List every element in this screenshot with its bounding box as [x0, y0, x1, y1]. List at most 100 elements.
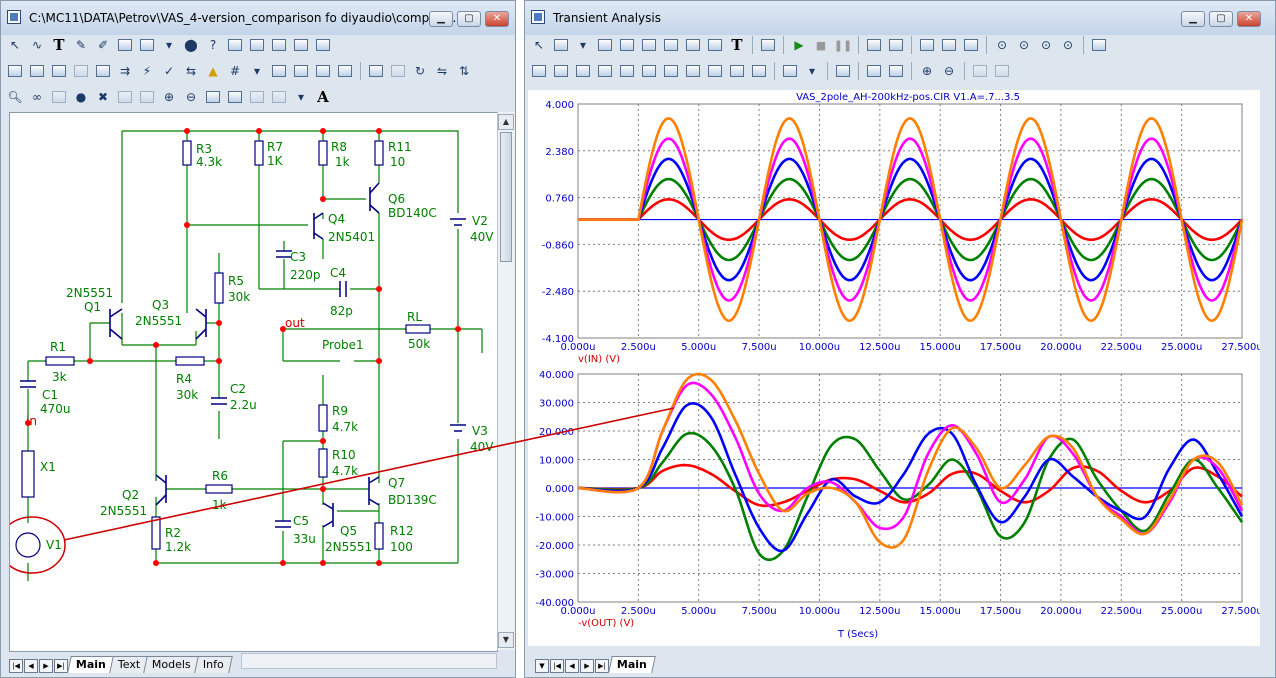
- top-icon[interactable]: [727, 61, 747, 81]
- node-names-icon[interactable]: [49, 61, 69, 81]
- text-mode-icon[interactable]: T: [49, 35, 69, 55]
- low-icon[interactable]: [639, 61, 659, 81]
- zoom-2-icon[interactable]: ⊙: [1014, 35, 1034, 55]
- valley-icon[interactable]: [595, 61, 615, 81]
- schematic-canvas[interactable]: R3 4.3k R7 1K R8 1k R11 10 Q6 BD140C Q4 2N5401…: [0, 112, 498, 652]
- rect-icon[interactable]: [388, 61, 408, 81]
- edit-icon[interactable]: [269, 35, 289, 55]
- list-icon[interactable]: [291, 35, 311, 55]
- plot-properties-icon[interactable]: [1089, 35, 1109, 55]
- maximize-button[interactable]: ▢: [457, 11, 481, 27]
- zoom-in-icon[interactable]: ⊕: [159, 87, 179, 107]
- schematic-titlebar[interactable]: C:\MC11\DATA\Petrov\VAS_4-version_compar…: [1, 1, 515, 35]
- point-tag-icon[interactable]: [617, 35, 637, 55]
- tab-models[interactable]: Models: [143, 656, 200, 673]
- minimize-button[interactable]: ▁: [429, 11, 453, 27]
- select-box-icon[interactable]: [366, 61, 386, 81]
- wire-mode-icon[interactable]: ∿: [27, 35, 47, 55]
- prev-page-icon[interactable]: ◀: [24, 659, 38, 673]
- add-curve-icon[interactable]: [864, 35, 884, 55]
- next-page-icon[interactable]: ▶: [39, 659, 53, 673]
- dropdown-icon-3[interactable]: ▾: [291, 87, 311, 107]
- zoom-4-icon[interactable]: ⊙: [1058, 35, 1078, 55]
- last-page-icon-2[interactable]: ▶|: [595, 659, 609, 673]
- schematic-vertical-scrollbar[interactable]: ▲ ▼: [497, 112, 515, 650]
- rotate-icon[interactable]: ↻: [410, 61, 430, 81]
- peak-icon[interactable]: [573, 61, 593, 81]
- tab-info[interactable]: Info: [194, 656, 233, 673]
- layout-2-icon[interactable]: [939, 35, 959, 55]
- cursor-mode-icon[interactable]: [595, 35, 615, 55]
- font-icon[interactable]: A: [313, 87, 333, 107]
- minimize-button-2[interactable]: ▁: [1181, 11, 1205, 27]
- zoom-3-icon[interactable]: ⊙: [1036, 35, 1056, 55]
- pencil-icon[interactable]: ✎: [71, 35, 91, 55]
- probe-icon[interactable]: [225, 35, 245, 55]
- dropdown-icon-5[interactable]: ▾: [802, 61, 822, 81]
- attribute-text-icon[interactable]: [27, 61, 47, 81]
- first-page-icon[interactable]: |◀: [9, 659, 23, 673]
- clipboard-icon[interactable]: [780, 61, 800, 81]
- tab-main-2[interactable]: Main: [608, 656, 656, 673]
- data-points-icon[interactable]: [833, 61, 853, 81]
- border-icon[interactable]: [291, 61, 311, 81]
- text-mode-icon-2[interactable]: T: [727, 35, 747, 55]
- help-icon[interactable]: ?: [203, 35, 223, 55]
- prev-page-icon-2[interactable]: ◀: [565, 659, 579, 673]
- inflection-icon[interactable]: [661, 61, 681, 81]
- horizontal-tag-icon[interactable]: [639, 35, 659, 55]
- run-icon[interactable]: ▶: [789, 35, 809, 55]
- zoom-in-icon-2[interactable]: ⊕: [917, 61, 937, 81]
- current-icon[interactable]: ⇉: [115, 61, 135, 81]
- copy-icon[interactable]: [115, 87, 135, 107]
- title-block-icon[interactable]: [313, 61, 333, 81]
- options-icon[interactable]: [335, 61, 355, 81]
- copy-icon-2[interactable]: [970, 61, 990, 81]
- align-cursors-icon[interactable]: [864, 61, 884, 81]
- tokens-icon[interactable]: [886, 61, 906, 81]
- select-mode-icon-2[interactable]: ↖: [529, 35, 549, 55]
- dropdown-icon-2[interactable]: ▾: [247, 61, 267, 81]
- node-numbers-icon[interactable]: [5, 61, 25, 81]
- warning-icon[interactable]: ▲: [203, 61, 223, 81]
- scroll-down-arrow-icon[interactable]: ▼: [498, 632, 514, 648]
- node-voltages-icon[interactable]: [93, 61, 113, 81]
- power-icon[interactable]: ⚡: [137, 61, 157, 81]
- plot-canvas[interactable]: VAS_2pole_AH-200kHz-pos.CIR V1.A=.7...3.…: [528, 90, 1263, 646]
- transient-titlebar[interactable]: Transient Analysis ▁ ▢ ✕: [525, 1, 1275, 35]
- vertical-tag-icon[interactable]: [661, 35, 681, 55]
- step-icon[interactable]: ●: [71, 87, 91, 107]
- close-button-2[interactable]: ✕: [1237, 11, 1261, 27]
- find-icon[interactable]: 🔍︎: [5, 87, 25, 107]
- condition-icon[interactable]: ✓: [159, 61, 179, 81]
- formula-icon[interactable]: [705, 35, 725, 55]
- cancel-icon[interactable]: ✖: [93, 87, 113, 107]
- next-page-icon-2[interactable]: ▶: [580, 659, 594, 673]
- dropdown-icon[interactable]: ▾: [159, 35, 179, 55]
- scroll-up-arrow-icon[interactable]: ▲: [498, 114, 514, 130]
- flip-x-icon[interactable]: ⇋: [432, 61, 452, 81]
- first-page-icon-2[interactable]: |◀: [550, 659, 564, 673]
- tab-main[interactable]: Main: [67, 656, 115, 673]
- close-button[interactable]: ✕: [485, 11, 509, 27]
- page-icon[interactable]: [269, 61, 289, 81]
- dropdown-icon-4[interactable]: ▾: [573, 35, 593, 55]
- zoom-out-icon-2[interactable]: ⊖: [939, 61, 959, 81]
- performance-tag-icon[interactable]: [683, 35, 703, 55]
- layout-1-icon[interactable]: [917, 35, 937, 55]
- maximize-button-2[interactable]: ▢: [1209, 11, 1233, 27]
- global-low-icon[interactable]: [705, 61, 725, 81]
- zoom-out-icon[interactable]: ⊖: [181, 87, 201, 107]
- binoculars-icon[interactable]: ∞: [27, 87, 47, 107]
- schematic-horizontal-scrollbar[interactable]: [241, 653, 497, 669]
- flip-y-icon[interactable]: ⇅: [454, 61, 474, 81]
- stop-icon[interactable]: ■: [811, 35, 831, 55]
- layout-3-icon[interactable]: [961, 35, 981, 55]
- properties-icon[interactable]: [313, 35, 333, 55]
- refresh-icon[interactable]: [225, 87, 245, 107]
- high-icon[interactable]: [617, 61, 637, 81]
- duplicate-icon[interactable]: [137, 87, 157, 107]
- camera-icon[interactable]: [247, 87, 267, 107]
- network-icon[interactable]: [247, 35, 267, 55]
- duplicate-icon-2[interactable]: [992, 61, 1012, 81]
